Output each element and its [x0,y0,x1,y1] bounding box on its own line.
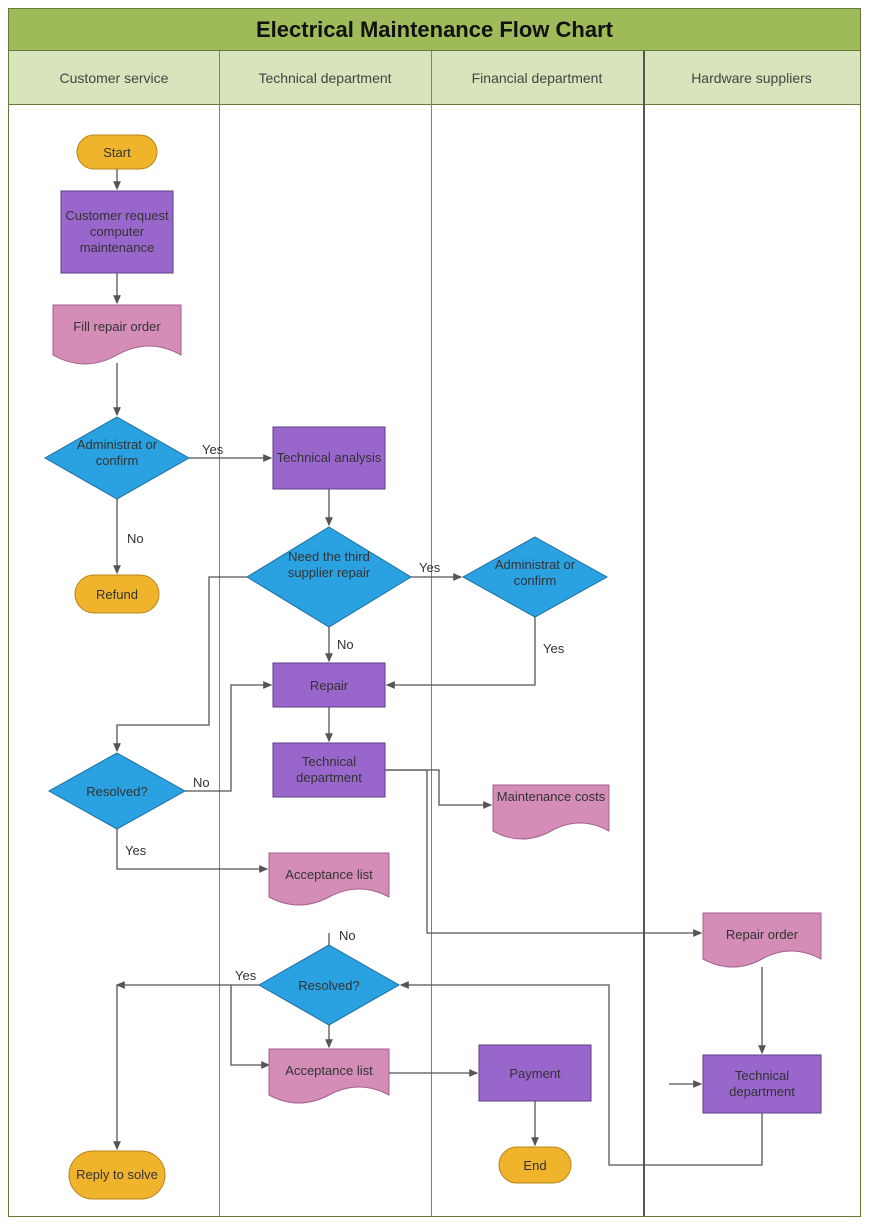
node-technical-analysis: Technical analysis [273,427,385,489]
lane-customer-service: Customer service [9,51,219,105]
chart-title-text: Electrical Maintenance Flow Chart [256,17,613,43]
svg-text:Payment: Payment [509,1066,561,1081]
node-customer-request: Customer request computer maintenance [9,105,173,273]
lane-hardware-suppliers: Hardware suppliers [643,51,860,105]
node-end: End [499,1147,571,1183]
svg-text:Resolved?: Resolved? [298,978,359,993]
edge-label-no: No [339,928,356,943]
node-reply-to-solve: Reply to solve [69,1151,165,1199]
edge [385,770,491,805]
node-start: Start [77,135,157,169]
edge-yes [231,985,269,1065]
svg-text:Repair order: Repair order [726,927,799,942]
flowchart-canvas: Start Customer request computer maintena… [9,105,860,1216]
node-tech-dept-1: Technical department [273,743,385,797]
chart-title: Electrical Maintenance Flow Chart [9,9,860,51]
edge-label-no: No [337,637,354,652]
svg-text:Acceptance list: Acceptance list [285,867,373,882]
node-payment: Payment [479,1045,591,1101]
node-need-third-party: Need the third supplier repair [247,527,411,627]
node-fill-repair-order: Fill repair order [53,305,181,364]
node-admin-confirm-cs: Administrat or confirm [45,417,189,499]
lane-financial-department: Financial department [431,51,643,105]
svg-text:Fill repair order: Fill repair order [73,319,161,334]
node-refund: Refund [75,575,159,613]
node-repair-order-hw: Repair order [703,913,821,967]
node-tech-dept-hw: Technical department [703,1055,821,1113]
svg-text:End: End [523,1158,546,1173]
edge-label-yes: Yes [543,641,565,656]
edge-yes [387,617,535,685]
node-resolved-cs: Resolved? [49,753,185,829]
svg-text:Acceptance list: Acceptance list [285,1063,373,1078]
edge-label-yes: Yes [235,968,257,983]
node-maintenance-costs: Maintenance costs [493,785,609,839]
svg-text:Repair: Repair [310,678,349,693]
node-acceptance-list-1: Acceptance list [269,853,389,905]
node-repair: Repair [273,663,385,707]
diagram-frame: Electrical Maintenance Flow Chart Custom… [8,8,861,1217]
lane-technical-department: Technical department [219,51,431,105]
edge-label-yes: Yes [202,442,224,457]
edge-label-no: No [193,775,210,790]
edge-label-yes: Yes [125,843,147,858]
svg-text:Resolved?: Resolved? [86,784,147,799]
edge-label-yes: Yes [419,560,441,575]
svg-text:Start: Start [103,145,131,160]
svg-text:Refund: Refund [96,587,138,602]
node-admin-confirm-fin: Administrat or confirm [463,537,607,617]
node-resolved-td: Resolved? [259,945,399,1025]
node-acceptance-list-2: Acceptance list [269,1049,389,1103]
lanes-header: Customer service Technical department Fi… [9,51,860,105]
edge-label-no: No [127,531,144,546]
